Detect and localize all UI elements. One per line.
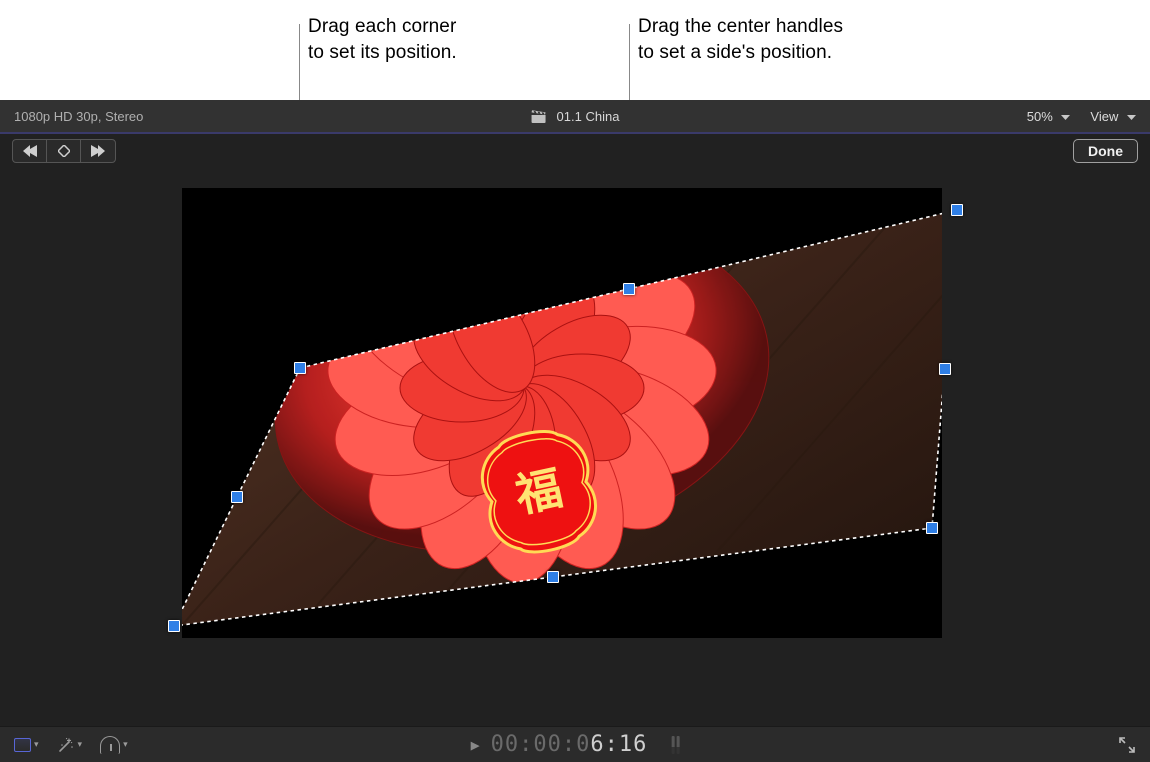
video-canvas[interactable]: 福 <box>182 188 942 638</box>
viewer-header: 1080p HD 30p, Stereo 01.1 China 50% View <box>0 100 1150 132</box>
keyframe-nav-group <box>12 139 116 163</box>
callout-corner: Drag each corner to set its position. <box>308 14 457 65</box>
clip-name: 01.1 China <box>557 109 620 124</box>
distort-handle-bottom-left[interactable] <box>168 620 180 632</box>
prev-keyframe-button[interactable] <box>13 140 47 162</box>
distort-handle-top-left[interactable] <box>294 362 306 374</box>
enhance-tool-dropdown[interactable]: ▾ <box>57 736 83 754</box>
chevron-down-icon: ▾ <box>78 739 83 750</box>
distort-handle-left-mid[interactable] <box>231 491 243 503</box>
clapperboard-icon <box>531 109 547 123</box>
timecode-dim: 00:00:0 <box>491 732 591 757</box>
viewer-footer: ▾ ▾ ▾ ▶ 00:00:06:16 <box>0 726 1150 762</box>
zoom-value: 50% <box>1027 109 1053 124</box>
callout-text-line: Drag the center handles <box>638 14 843 40</box>
view-label: View <box>1090 109 1118 124</box>
distort-handle-top-right[interactable] <box>951 204 963 216</box>
zoom-dropdown[interactable]: 50% <box>1027 109 1071 124</box>
format-label: 1080p HD 30p, Stereo <box>14 109 143 124</box>
callout-text-line: Drag each corner <box>308 14 457 40</box>
audio-meter <box>671 736 679 754</box>
chevron-down-icon: ▾ <box>34 739 39 750</box>
timecode-bright: 6:16 <box>590 732 647 757</box>
chevron-down-icon <box>1061 115 1070 121</box>
viewer-canvas-area: 福 <box>0 168 1150 728</box>
done-button[interactable]: Done <box>1073 139 1138 163</box>
onscreen-control-toolbar: Done <box>0 134 1150 168</box>
chevron-down-icon <box>1127 115 1136 121</box>
svg-text:福: 福 <box>510 463 567 523</box>
viewer-panel: 1080p HD 30p, Stereo 01.1 China 50% View <box>0 100 1150 762</box>
transform-rect-icon <box>14 738 31 752</box>
distort-handle-top-mid[interactable] <box>623 283 635 295</box>
view-dropdown[interactable]: View <box>1090 109 1136 124</box>
timecode-display[interactable]: ▶ 00:00:06:16 <box>471 732 680 757</box>
speedometer-icon <box>100 736 120 754</box>
magic-wand-icon <box>57 736 75 754</box>
play-icon: ▶ <box>471 736 481 754</box>
distort-handle-right-mid[interactable] <box>939 363 951 375</box>
retime-tool-dropdown[interactable]: ▾ <box>100 736 128 754</box>
fullscreen-button[interactable] <box>1118 736 1136 754</box>
distort-handle-bottom-right[interactable] <box>926 522 938 534</box>
transform-tool-dropdown[interactable]: ▾ <box>14 738 39 752</box>
next-keyframe-button[interactable] <box>81 140 115 162</box>
callout-text-line: to set its position. <box>308 40 457 66</box>
chevron-down-icon: ▾ <box>123 739 128 750</box>
callout-text-line: to set a side's position. <box>638 40 843 66</box>
distort-handle-bottom-mid[interactable] <box>547 571 559 583</box>
add-keyframe-button[interactable] <box>47 140 81 162</box>
callout-center: Drag the center handles to set a side's … <box>638 14 843 65</box>
